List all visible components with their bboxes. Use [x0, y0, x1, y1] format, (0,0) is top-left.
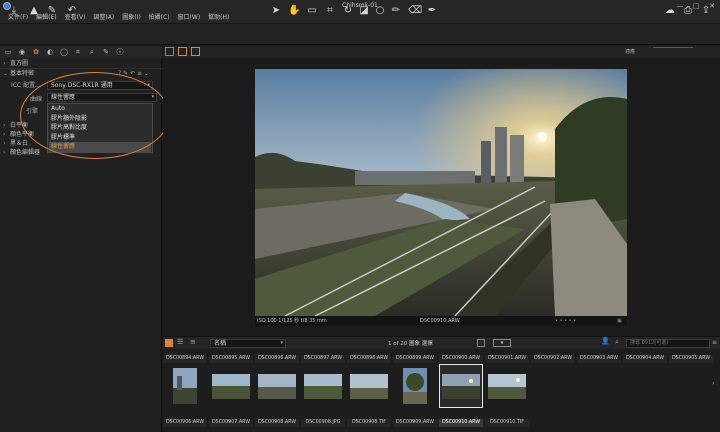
menu-capture[interactable]: 拍攝(C): [145, 12, 174, 24]
thumbnail[interactable]: [393, 364, 437, 408]
print-icon[interactable]: ⎙: [682, 5, 694, 17]
menu-adjust[interactable]: 調整(A): [89, 12, 118, 24]
color-tab-icon[interactable]: ✿: [31, 47, 41, 57]
menu-window[interactable]: 窗口(W): [174, 12, 205, 24]
list-layout-icon[interactable]: ☰: [177, 338, 183, 346]
erase-mask-icon[interactable]: ⌫: [408, 5, 422, 17]
highlight-annotation: [20, 72, 170, 159]
single-view-icon[interactable]: [178, 47, 187, 56]
filter-toggle[interactable]: ★: [493, 339, 511, 347]
filmstrip-layout-icon[interactable]: ≡: [190, 338, 196, 346]
thumb-filename[interactable]: DSC00908.TIF: [347, 419, 391, 427]
draw-mask-icon[interactable]: ✏: [390, 5, 402, 17]
zoom-slider[interactable]: [653, 47, 693, 55]
loupe-tool-icon[interactable]: ▭: [306, 5, 318, 17]
thumbnail[interactable]: [485, 364, 529, 408]
thumb-filename[interactable]: DSC00898.ARW: [347, 355, 391, 363]
thumb-filename[interactable]: DSC00910.TIF: [485, 419, 529, 427]
share-icon[interactable]: ⇪: [700, 5, 712, 17]
thumbnail[interactable]: [163, 364, 207, 408]
thumb-filename[interactable]: DSC00908.JPG: [301, 419, 345, 427]
thumb-filename-selected[interactable]: DSC00910.ARW: [439, 419, 483, 427]
search-icon[interactable]: ⌕: [615, 338, 619, 347]
browser-scrollbar[interactable]: ›: [712, 380, 714, 387]
main-photo: [255, 69, 627, 316]
rotate-tool-icon[interactable]: ↻: [342, 5, 354, 17]
thumbnail[interactable]: [347, 364, 391, 408]
pan-tool-icon[interactable]: ✋: [288, 5, 300, 17]
menu-image[interactable]: 圖象(I): [118, 12, 144, 24]
details-tab-icon[interactable]: ⌕: [87, 47, 97, 57]
thumb-filename[interactable]: DSC00894.ARW: [163, 355, 207, 363]
rating-dots[interactable]: • • • • •: [555, 316, 576, 326]
thumb-filename[interactable]: DSC00907.ARW: [209, 419, 253, 427]
thumbnail[interactable]: [301, 364, 345, 408]
thumbnail[interactable]: [255, 364, 299, 408]
thumb-filename[interactable]: DSC00903.ARW: [577, 355, 621, 363]
cloud-icon[interactable]: ☁: [664, 5, 676, 17]
brush-icon[interactable]: ✎: [46, 5, 58, 17]
exif-info: ISO 100 1/125 秒 f/8 35 mm: [257, 318, 327, 324]
cursor-tool-icon[interactable]: ➤: [270, 5, 282, 17]
current-filename: DSC00910.ARW: [420, 318, 460, 324]
thumb-filename[interactable]: DSC00906.ARW: [163, 419, 207, 427]
adjustments-tab-icon[interactable]: ✎: [101, 47, 111, 57]
viewer-toolbar: 適應: [163, 46, 720, 58]
toolbar: [0, 24, 720, 45]
metadata-tab-icon[interactable]: ⓘ: [115, 47, 125, 57]
thumbnail[interactable]: [209, 364, 253, 408]
thumb-filename[interactable]: DSC00900.ARW: [439, 355, 483, 363]
fit-label[interactable]: 適應: [625, 48, 635, 55]
lens-tab-icon[interactable]: ◯: [59, 47, 69, 57]
search-input[interactable]: 搜尋 0912(可選): [626, 339, 710, 348]
menu-help[interactable]: 幫助(H): [204, 12, 233, 24]
image-count: 1 of 20 圖象 選擇: [388, 341, 433, 347]
composition-tab-icon[interactable]: ⌗: [73, 47, 83, 57]
capture-tab-icon[interactable]: ◉: [17, 47, 27, 57]
capture-icon[interactable]: ▲: [28, 5, 40, 17]
picker-tool-icon[interactable]: ✒: [426, 5, 438, 17]
thumb-filename[interactable]: DSC00905.ARW: [669, 355, 713, 363]
thumb-filename[interactable]: DSC00896.ARW: [255, 355, 299, 363]
thumbnail-selected[interactable]: [439, 364, 483, 408]
circle-tool-icon[interactable]: ○: [374, 5, 386, 17]
grid-layout-icon[interactable]: [165, 339, 173, 347]
thumb-filename[interactable]: DSC00895.ARW: [209, 355, 253, 363]
stack-icon[interactable]: [477, 339, 485, 347]
thumb-filename[interactable]: DSC00909.ARW: [393, 419, 437, 427]
crop-tool-icon[interactable]: ⌗: [324, 5, 336, 17]
thumb-filename[interactable]: DSC00897.ARW: [301, 355, 345, 363]
thumb-filename[interactable]: DSC00899.ARW: [393, 355, 437, 363]
thumb-filename[interactable]: DSC00901.ARW: [485, 355, 529, 363]
grid-view-icon[interactable]: [165, 47, 174, 56]
section-histogram[interactable]: › 直方圖: [0, 59, 162, 68]
keystone-tool-icon[interactable]: ◪: [358, 5, 370, 17]
undo-icon[interactable]: ↶: [66, 5, 78, 17]
search-menu-icon[interactable]: ≡: [712, 339, 717, 346]
exposure-tab-icon[interactable]: ◐: [45, 47, 55, 57]
photo-info-bar: ISO 100 1/125 秒 f/8 35 mm DSC00910.ARW •…: [255, 316, 627, 326]
tool-tabs: ▭ ◉ ✿ ◐ ◯ ⌗ ⌕ ✎ ⓘ: [0, 46, 162, 58]
library-tab-icon[interactable]: ▭: [3, 47, 13, 57]
multi-view-icon[interactable]: [191, 47, 200, 56]
thumb-filename[interactable]: DSC00904.ARW: [623, 355, 667, 363]
import-icon[interactable]: ⤓: [8, 5, 20, 17]
sort-select[interactable]: 名稱 ▾: [210, 339, 286, 348]
thumb-filename[interactable]: DSC00908.ARW: [255, 419, 299, 427]
thumb-filename[interactable]: DSC00902.ARW: [531, 355, 575, 363]
user-icon[interactable]: 👤: [601, 337, 610, 345]
tag-icon[interactable]: ▣: [617, 316, 622, 326]
